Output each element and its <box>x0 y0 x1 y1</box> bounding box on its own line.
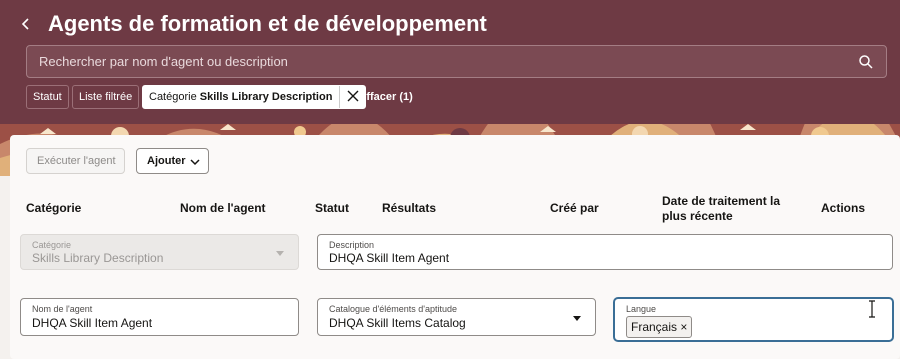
filter-category-chip[interactable]: Catégorie Skills Library Description <box>142 85 367 109</box>
run-agent-button[interactable]: Exécuter l'agent <box>26 148 125 174</box>
agent-name-field[interactable]: Nom de l'agent DHQA Skill Item Agent <box>20 298 299 336</box>
search-input[interactable]: Rechercher par nom d'agent ou descriptio… <box>26 45 887 78</box>
caret-down-icon[interactable] <box>573 316 581 321</box>
page-title: Agents de formation et de développement <box>48 11 487 36</box>
back-button[interactable] <box>20 12 42 36</box>
catalog-label: Catalogue d'éléments d'aptitude <box>329 304 458 314</box>
col-last-processed-line2: plus récente <box>662 209 733 223</box>
language-tag-remove-icon[interactable]: × <box>680 320 687 334</box>
text-cursor-icon <box>869 300 875 318</box>
filter-status[interactable]: Statut <box>26 85 69 109</box>
caret-down-icon <box>276 251 284 256</box>
col-status[interactable]: Statut <box>315 201 349 216</box>
agent-name-label: Nom de l'agent <box>32 304 93 314</box>
col-last-processed[interactable]: Date de traitement la plus récente <box>662 194 780 224</box>
add-button[interactable]: Ajouter <box>136 148 209 174</box>
clear-filters-link[interactable]: Effacer (1) <box>359 85 413 109</box>
close-icon <box>347 90 359 102</box>
col-agent-name[interactable]: Nom de l'agent <box>180 201 266 216</box>
description-label: Description <box>329 240 375 250</box>
filter-category-prefix: Catégorie <box>149 91 197 103</box>
search-placeholder: Rechercher par nom d'agent ou descriptio… <box>39 54 288 69</box>
col-category[interactable]: Catégorie <box>26 201 81 216</box>
description-field[interactable]: Description DHQA Skill Item Agent <box>317 234 893 270</box>
language-tag-label: Français <box>631 320 678 334</box>
language-label: Langue <box>626 304 657 314</box>
add-button-label: Ajouter <box>147 155 186 167</box>
col-actions: Actions <box>821 201 866 215</box>
page-header: Agents de formation et de développement … <box>0 0 900 124</box>
agent-name-value: DHQA Skill Item Agent <box>32 316 153 330</box>
description-value: DHQA Skill Item Agent <box>329 251 450 265</box>
catalog-value: DHQA Skill Items Catalog <box>329 316 466 330</box>
category-select[interactable]: Catégorie Skills Library Description <box>20 234 299 270</box>
search-icon[interactable] <box>858 54 874 70</box>
category-value: Skills Library Description <box>32 251 164 265</box>
language-tag: Français × <box>626 316 693 338</box>
filter-filtered-list[interactable]: Liste filtrée <box>72 85 140 109</box>
col-results[interactable]: Résultats <box>382 201 436 216</box>
col-created-by[interactable]: Créé par <box>550 201 599 216</box>
language-field[interactable]: Langue Français × <box>614 298 893 341</box>
category-label: Catégorie <box>32 240 72 250</box>
catalog-select[interactable]: Catalogue d'éléments d'aptitude DHQA Ski… <box>317 298 596 336</box>
col-last-processed-line1: Date de traitement la <box>662 194 781 208</box>
filter-category-value: Skills Library Description <box>199 91 333 103</box>
chevron-down-icon <box>190 159 200 166</box>
back-chevron-icon <box>21 18 29 30</box>
